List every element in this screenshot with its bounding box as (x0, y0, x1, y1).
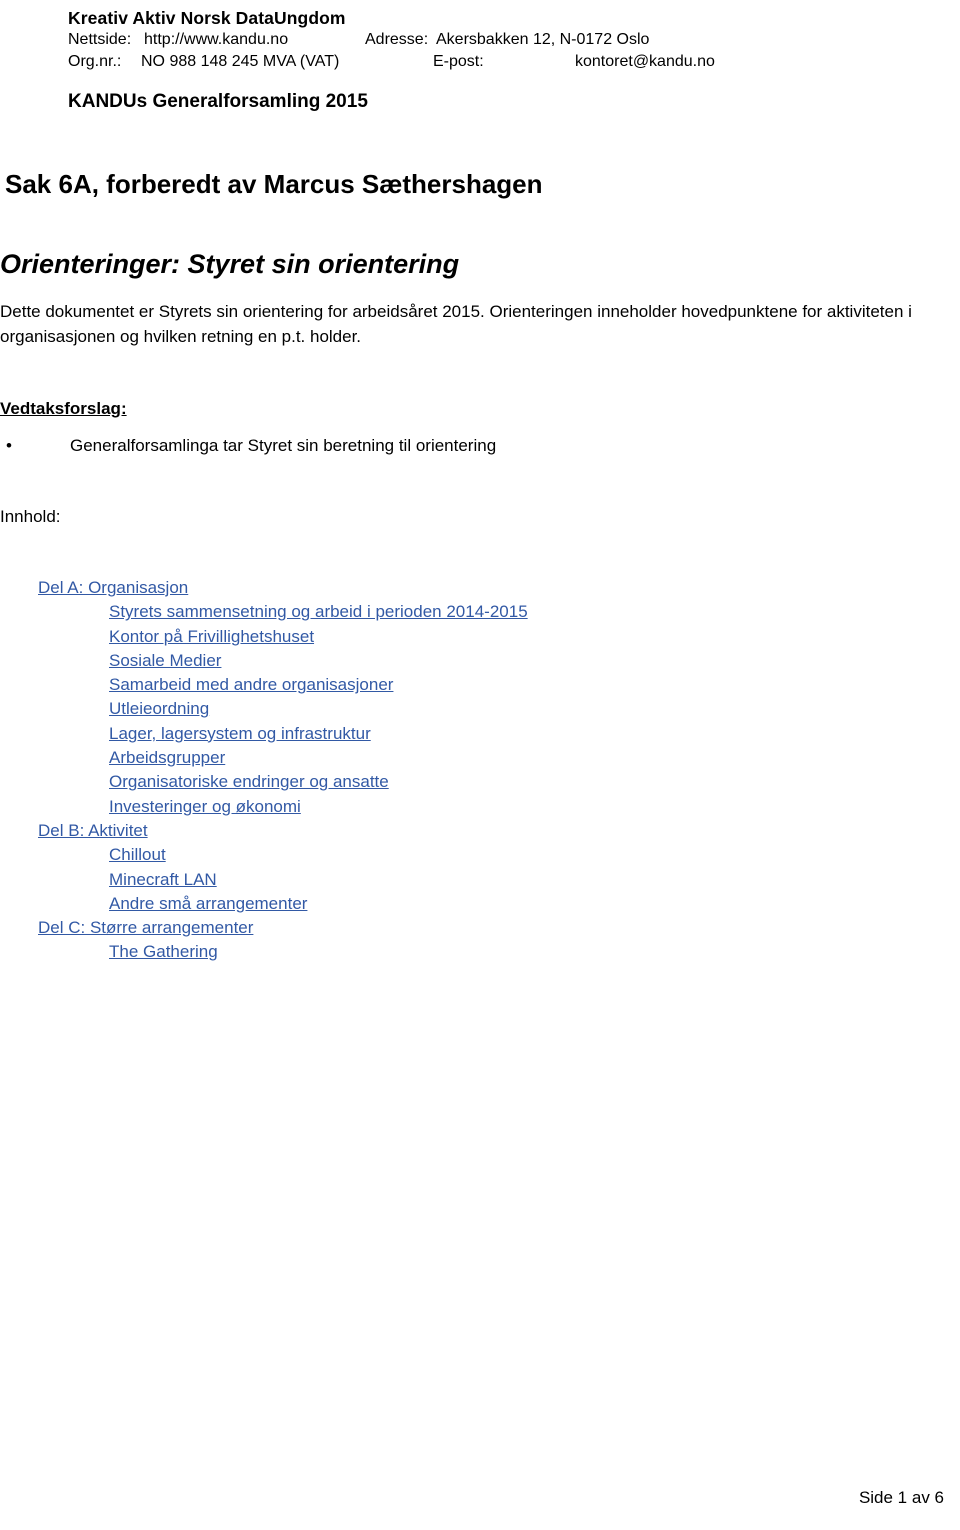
intro-paragraph: Dette dokumentet er Styrets sin orienter… (0, 302, 912, 346)
table-of-contents: Del A: Organisasjon Styrets sammensetning… (0, 576, 700, 965)
section-heading: Orienteringer: Styret sin orientering (0, 249, 460, 279)
address-label: Adresse: (365, 31, 429, 48)
toc-link[interactable]: Investeringer og økonomi (109, 797, 301, 816)
email-label: E-post: (433, 53, 484, 70)
toc-link[interactable]: Chillout (109, 845, 166, 864)
toc-link[interactable]: Del B: Aktivitet (38, 821, 148, 840)
toc-link[interactable]: Styrets sammensetning og arbeid i period… (109, 602, 528, 621)
email-value: kontoret@kandu.no (575, 53, 715, 70)
toc-entry: Chillout (0, 843, 700, 867)
address-value: Akersbakken 12, N-0172 Oslo (436, 31, 650, 48)
toc-entry: Andre små arrangementer (0, 892, 700, 916)
toc-entry: Utleieordning (0, 697, 700, 721)
toc-link[interactable]: Kontor på Frivillighetshuset (109, 627, 314, 646)
toc-link[interactable]: Organisatoriske endringer og ansatte (109, 772, 389, 791)
toc-entry: Kontor på Frivillighetshuset (0, 625, 700, 649)
table-of-contents-label: Innhold: (0, 507, 61, 526)
toc-entry: Lager, lagersystem og infrastruktur (0, 722, 700, 746)
toc-entry: Styrets sammensetning og arbeid i period… (0, 600, 700, 624)
website-value: http://www.kandu.no (144, 31, 289, 48)
organization-name: Kreativ Aktiv Norsk DataUngdom (68, 8, 346, 28)
letterhead: Kreativ Aktiv Norsk DataUngdom Nettside:… (68, 8, 948, 73)
website-label: Nettside: (68, 31, 132, 48)
toc-entry: The Gathering (0, 940, 700, 964)
toc-link[interactable]: Lager, lagersystem og infrastruktur (109, 724, 371, 743)
document-page: Kreativ Aktiv Norsk DataUngdom Nettside:… (0, 0, 960, 1530)
toc-link[interactable]: Arbeidsgrupper (109, 748, 225, 767)
toc-entry: Sosiale Medier (0, 649, 700, 673)
orgnr-value: NO 988 148 245 MVA (VAT) (141, 53, 340, 70)
list-item: • Generalforsamlinga tar Styret sin bere… (0, 434, 496, 458)
footer: Side 1 av 6 (0, 1487, 944, 1509)
case-heading: Sak 6A, forberedt av Marcus Sæthershagen (5, 169, 543, 199)
toc-link[interactable]: The Gathering (109, 942, 218, 961)
toc-link[interactable]: Del C: Større arrangementer (38, 918, 253, 937)
toc-link[interactable]: Samarbeid med andre organisasjoner (109, 675, 393, 694)
toc-link[interactable]: Sosiale Medier (109, 651, 221, 670)
toc-entry: Del C: Større arrangementer (0, 916, 700, 940)
orgnr-label: Org.nr.: (68, 53, 122, 70)
proposal-list: • Generalforsamlinga tar Styret sin bere… (0, 434, 496, 458)
toc-entry: Minecraft LAN (0, 868, 700, 892)
toc-entry: Del B: Aktivitet (0, 819, 700, 843)
toc-entry: Arbeidsgrupper (0, 746, 700, 770)
toc-link[interactable]: Utleieordning (109, 699, 209, 718)
bullet-icon: • (6, 436, 12, 455)
toc-entry: Organisatoriske endringer og ansatte (0, 770, 700, 794)
toc-entry: Samarbeid med andre organisasjoner (0, 673, 700, 697)
toc-link[interactable]: Andre små arrangementer (109, 894, 307, 913)
proposal-heading: Vedtaksforslag: (0, 399, 127, 418)
letterhead-row-legal: Org.nr.: NO 988 148 245 MVA (VAT) E-post… (68, 51, 948, 73)
toc-link[interactable]: Minecraft LAN (109, 870, 217, 889)
toc-link[interactable]: Del A: Organisasjon (38, 578, 188, 597)
toc-entry: Del A: Organisasjon (0, 576, 700, 600)
proposal-item-text: Generalforsamlinga tar Styret sin beretn… (70, 436, 497, 455)
page-number-label: Side 1 av 6 (858, 1488, 944, 1507)
letterhead-row-contact: Nettside: http://www.kandu.no Adresse: A… (68, 29, 948, 51)
toc-entry: Investeringer og økonomi (0, 795, 700, 819)
meeting-title: KANDUs Generalforsamling 2015 (68, 91, 368, 112)
